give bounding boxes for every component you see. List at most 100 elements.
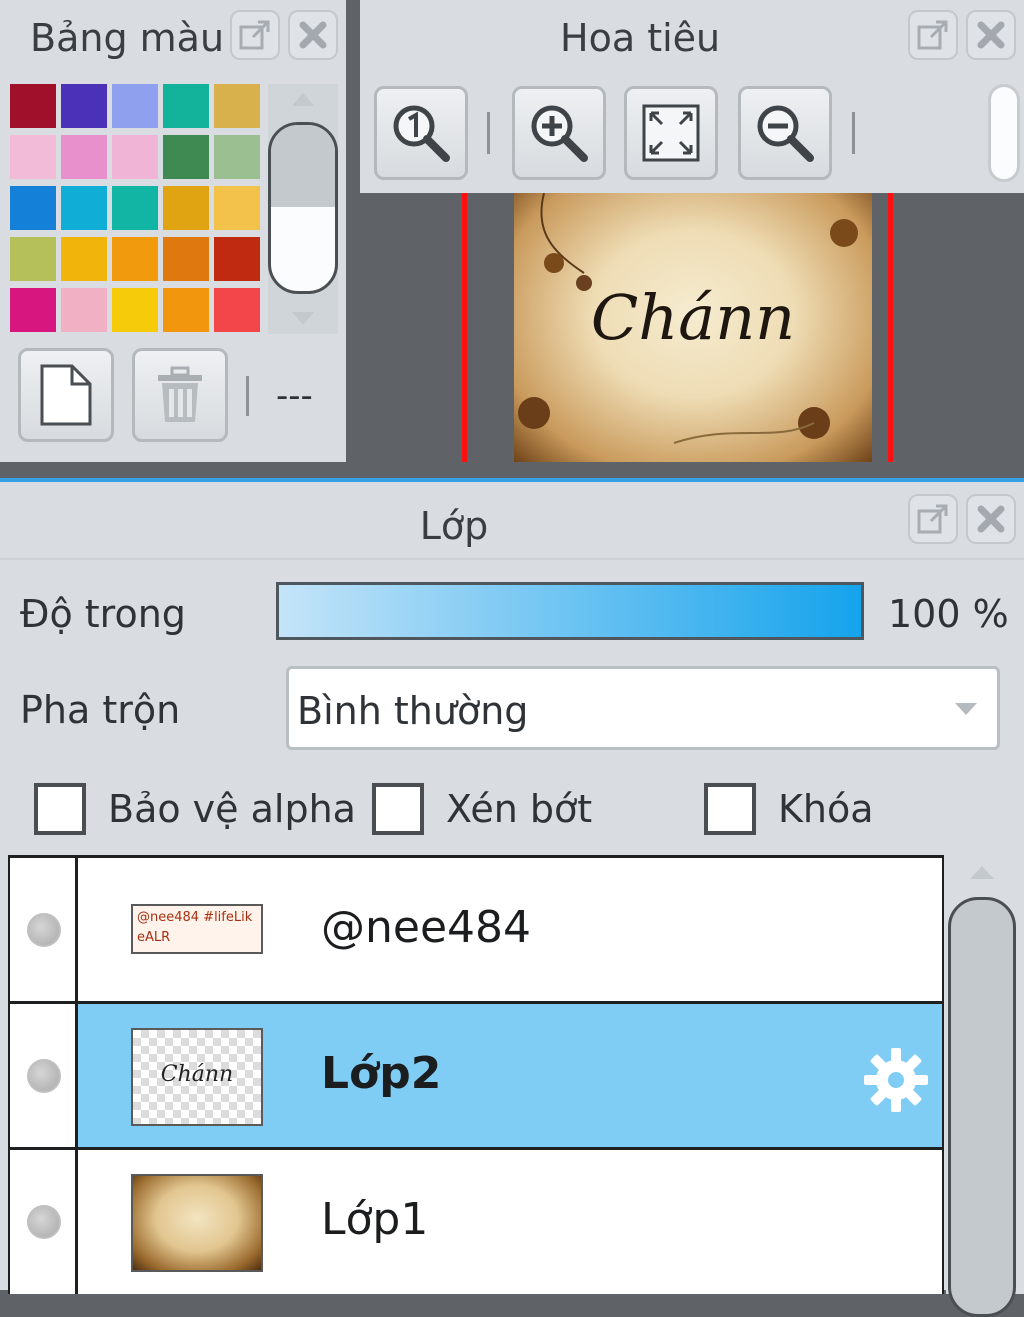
layer-panel-title: Lớp [419, 504, 489, 548]
new-color-button[interactable] [18, 348, 114, 442]
color-swatch[interactable] [163, 237, 209, 281]
clip-toggle[interactable]: Xén bớt [372, 783, 593, 835]
opacity-slider[interactable] [276, 582, 864, 640]
layer-scroll-thumb[interactable] [948, 897, 1016, 1317]
scroll-up-arrow-icon [970, 866, 994, 879]
color-swatch[interactable] [112, 84, 158, 128]
chevron-down-icon [955, 703, 977, 715]
color-swatch[interactable] [10, 186, 56, 230]
toolbar-separator [852, 112, 855, 154]
color-swatch[interactable] [10, 84, 56, 128]
navigator-title: Hoa tiêu [560, 16, 721, 60]
popout-icon [917, 20, 948, 50]
lock-checkbox[interactable] [704, 783, 756, 835]
color-swatch[interactable] [10, 288, 56, 332]
scroll-up-arrow-icon [292, 93, 314, 106]
color-swatch[interactable] [112, 186, 158, 230]
zoom-in-icon [531, 105, 588, 162]
popout-icon [917, 504, 948, 534]
color-swatch[interactable] [112, 237, 158, 281]
color-swatch[interactable] [163, 84, 209, 128]
palette-popout-button[interactable] [230, 10, 280, 60]
divider [0, 558, 1024, 560]
layer-popout-button[interactable] [908, 494, 958, 544]
layer-name: Lớp2 [321, 1048, 442, 1099]
toolbar-separator [246, 376, 249, 416]
palette-panel: Bảng màu --- [0, 0, 346, 462]
layer-name: Lớp1 [321, 1194, 429, 1245]
color-swatch[interactable] [61, 288, 107, 332]
color-swatch[interactable] [112, 288, 158, 332]
protect-alpha-toggle[interactable]: Bảo vệ alpha [34, 783, 356, 835]
color-swatch[interactable] [10, 237, 56, 281]
color-swatch[interactable] [214, 84, 260, 128]
clip-label: Xén bớt [446, 787, 593, 831]
preview-script-text: Chánn [590, 281, 796, 354]
layer-list-scrollbar[interactable] [946, 855, 1024, 1317]
navigator-canvas[interactable]: Chánn [360, 193, 1024, 462]
palette-title: Bảng màu [30, 16, 225, 60]
layer-close-button[interactable] [966, 494, 1016, 544]
visibility-toggle-icon[interactable] [27, 1059, 61, 1093]
blend-mode-value: Bình thường [297, 689, 529, 733]
thumbnail-text: Chánn [160, 1062, 234, 1087]
zoom-actual-size-button[interactable] [374, 86, 468, 180]
color-swatch[interactable] [214, 135, 260, 179]
new-document-icon [40, 364, 92, 426]
color-swatch[interactable] [214, 186, 260, 230]
visibility-column [10, 1150, 78, 1294]
opacity-value: 100 % [888, 592, 1009, 636]
visibility-column [10, 1004, 78, 1147]
close-icon [977, 505, 1005, 533]
navigator-toolbar-scrollbar[interactable] [988, 84, 1020, 182]
popout-icon [239, 20, 270, 50]
color-swatch[interactable] [112, 135, 158, 179]
palette-close-button[interactable] [288, 10, 338, 60]
zoom-in-button[interactable] [512, 86, 606, 180]
zoom-out-button[interactable] [738, 86, 832, 180]
color-swatch[interactable] [61, 237, 107, 281]
color-swatch[interactable] [61, 84, 107, 128]
protect-alpha-label: Bảo vệ alpha [108, 787, 356, 831]
palette-scrollbar[interactable] [268, 84, 338, 334]
close-icon [977, 21, 1005, 49]
layer-row-lop2[interactable]: Chánn Lớp2 [10, 1004, 942, 1150]
zoom-actual-size-icon [393, 105, 450, 162]
layer-panel: Lớp Độ trong 100 % Pha trộn Bình thường … [0, 478, 1024, 1317]
color-swatch[interactable] [10, 135, 56, 179]
palette-scroll-thumb[interactable] [268, 122, 338, 294]
thumbnail-text: @nee484 #lifeLikeALR [137, 910, 253, 945]
layer-thumbnail: Chánn [131, 1028, 263, 1126]
trash-icon [158, 366, 202, 422]
navigator-preview-image: Chánn [514, 193, 872, 462]
visibility-column [10, 858, 78, 1001]
delete-color-button[interactable] [132, 348, 228, 442]
lock-toggle[interactable]: Khóa [704, 783, 874, 835]
fit-to-view-button[interactable] [624, 86, 718, 180]
fit-to-view-icon [642, 104, 700, 162]
navigator-close-button[interactable] [966, 10, 1016, 60]
navigator-popout-button[interactable] [908, 10, 958, 60]
gear-icon[interactable] [862, 1046, 930, 1114]
visibility-toggle-icon[interactable] [27, 913, 61, 947]
color-swatch[interactable] [214, 237, 260, 281]
layer-row-nee484[interactable]: @nee484 #lifeLikeALR @nee484 [10, 858, 942, 1004]
color-swatch[interactable] [163, 288, 209, 332]
scroll-down-arrow-icon [292, 312, 314, 325]
palette-dash-text: --- [276, 376, 313, 416]
clip-checkbox[interactable] [372, 783, 424, 835]
toolbar-separator [487, 112, 490, 154]
protect-alpha-checkbox[interactable] [34, 783, 86, 835]
opacity-label: Độ trong [20, 592, 186, 636]
view-frame-right [888, 193, 893, 462]
color-swatch[interactable] [61, 135, 107, 179]
color-swatch[interactable] [214, 288, 260, 332]
layer-row-lop1[interactable]: Lớp1 [10, 1150, 942, 1294]
layer-name: @nee484 [321, 902, 532, 953]
layer-thumbnail [131, 1174, 263, 1272]
color-swatch[interactable] [163, 135, 209, 179]
visibility-toggle-icon[interactable] [27, 1205, 61, 1239]
color-swatch[interactable] [163, 186, 209, 230]
color-swatch[interactable] [61, 186, 107, 230]
blend-mode-select[interactable]: Bình thường [286, 666, 1000, 750]
